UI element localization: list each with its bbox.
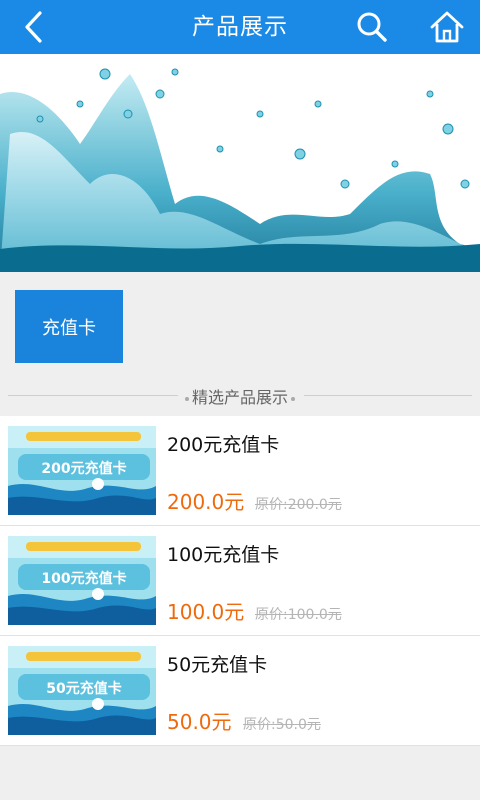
- product-item[interactable]: 100元充值卡 100元充值卡 100.0元 原价:100.0元: [0, 526, 480, 636]
- search-button[interactable]: [348, 0, 396, 54]
- section-title: 精选产品展示: [0, 384, 480, 408]
- product-item[interactable]: 50元充值卡 50元充值卡 50.0元 原价:50.0元: [0, 636, 480, 746]
- dot-icon: [291, 396, 295, 401]
- product-thumbnail: 100元充值卡: [8, 536, 156, 625]
- home-button[interactable]: [422, 0, 472, 54]
- product-name: 100元充值卡: [167, 544, 280, 566]
- svg-text:200元充值卡: 200元充值卡: [41, 460, 126, 477]
- section-header: 精选产品展示: [0, 378, 480, 414]
- home-icon: [430, 11, 464, 43]
- product-thumbnail: 50元充值卡: [8, 646, 156, 735]
- recharge-card-category-button[interactable]: 充值卡: [15, 290, 123, 363]
- water-splash-image: [0, 54, 480, 272]
- search-icon: [357, 12, 387, 42]
- category-area: 充值卡: [0, 272, 480, 376]
- page-title: 产品展示: [192, 14, 288, 40]
- svg-text:100元充值卡: 100元充值卡: [41, 570, 126, 587]
- product-name: 200元充值卡: [167, 434, 280, 456]
- banner-image[interactable]: [0, 54, 480, 272]
- product-name: 50元充值卡: [167, 654, 268, 676]
- product-list: 200元充值卡 200元充值卡 200.0元 原价:200.0元 100元充值卡…: [0, 416, 480, 746]
- original-price: 原价:100.0元: [255, 607, 342, 623]
- product-item[interactable]: 200元充值卡 200元充值卡 200.0元 原价:200.0元: [0, 416, 480, 526]
- product-price: 100.0元: [167, 600, 245, 624]
- original-price: 原价:50.0元: [243, 717, 321, 733]
- product-price: 200.0元: [167, 490, 245, 514]
- product-price: 50.0元: [167, 710, 232, 734]
- top-bar: 产品展示: [0, 0, 480, 54]
- dot-icon: [184, 396, 189, 401]
- original-price: 原价:200.0元: [255, 497, 342, 513]
- product-thumbnail: 200元充值卡: [8, 426, 156, 515]
- svg-text:50元充值卡: 50元充值卡: [46, 680, 121, 697]
- section-title-text: 精选产品展示: [191, 388, 288, 407]
